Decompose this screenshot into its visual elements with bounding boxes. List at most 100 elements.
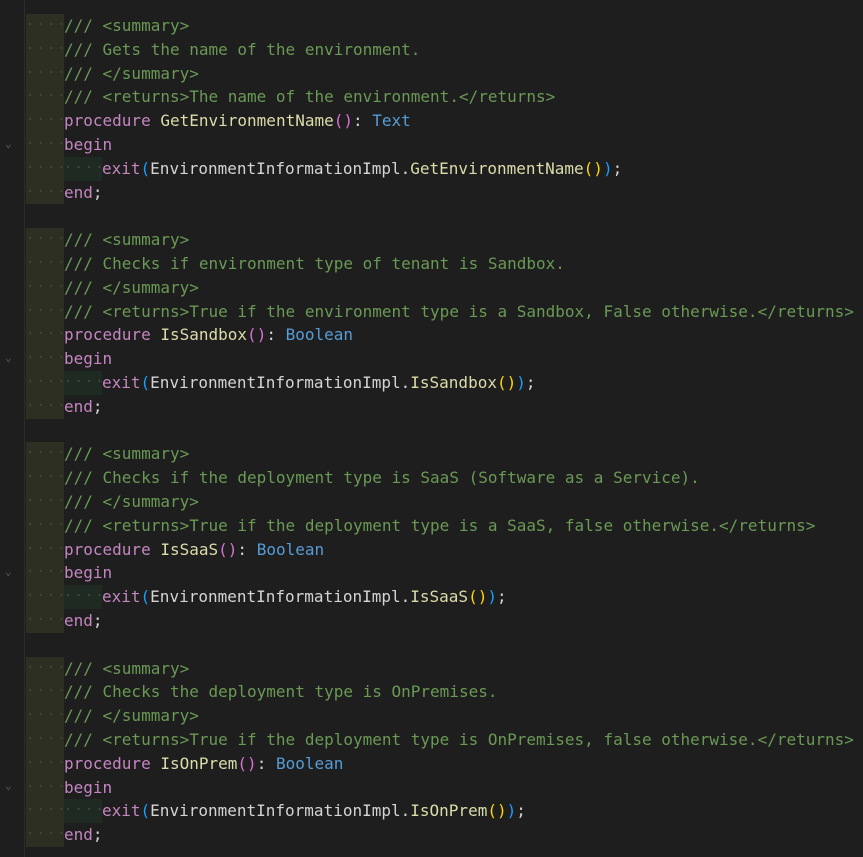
paren-close: ) bbox=[602, 158, 613, 178]
call-object: EnvironmentInformationImpl. bbox=[150, 158, 411, 178]
paren-close: ) bbox=[516, 372, 526, 392]
call-method[interactable]: IsSaaS bbox=[410, 587, 468, 606]
doc-comment: /// <summary> bbox=[64, 444, 190, 464]
indent-guide: ···· bbox=[26, 513, 64, 538]
procedure-name[interactable]: IsOnPrem bbox=[160, 754, 237, 773]
whitespace-marks: ···· bbox=[26, 445, 64, 462]
whitespace-marks: ···· bbox=[26, 802, 64, 819]
doc-comment: /// </summary> bbox=[64, 63, 199, 83]
semicolon: ; bbox=[92, 825, 103, 845]
indent-whitespace: ···· bbox=[26, 656, 64, 681]
whitespace-marks: ···· bbox=[26, 373, 64, 390]
indent-guide: ···· ···· bbox=[26, 799, 102, 824]
procedure-name[interactable]: IsSandbox bbox=[160, 325, 247, 344]
paren-open: ( bbox=[140, 801, 151, 821]
indent-guide: ···· bbox=[26, 561, 64, 586]
chevron-down-icon[interactable]: ⌄ bbox=[5, 138, 17, 150]
keyword-begin: begin bbox=[64, 134, 113, 154]
whitespace-marks: ···· bbox=[26, 707, 64, 724]
indent-whitespace: ···· bbox=[26, 680, 64, 705]
doc-comment: /// <summary> bbox=[64, 16, 190, 35]
paren-open: ( bbox=[496, 372, 507, 392]
whitespace-marks: ···· bbox=[26, 159, 64, 176]
indent-guide: ···· bbox=[26, 228, 64, 252]
indent-guide: ···· bbox=[26, 37, 64, 62]
doc-comment: /// <summary> bbox=[64, 230, 190, 250]
whitespace-marks: ···· bbox=[64, 159, 102, 176]
whitespace-marks: ···· bbox=[26, 659, 64, 676]
semicolon: ; bbox=[92, 396, 103, 416]
chevron-down-icon[interactable]: ⌄ bbox=[5, 780, 17, 792]
doc-comment-line: ····/// <summary> bbox=[26, 442, 863, 467]
call-object: EnvironmentInformationImpl. bbox=[150, 372, 411, 392]
whitespace-marks: ···· bbox=[26, 611, 64, 628]
indent-guide: ···· bbox=[26, 489, 64, 514]
code-editor[interactable]: ⌄ ⌄ ⌄ ⌄ ····/// <summary> ····/// Gets th… bbox=[0, 0, 863, 857]
whitespace-marks: ···· bbox=[26, 112, 64, 129]
indent-whitespace: ···· bbox=[26, 489, 64, 514]
chevron-down-icon[interactable]: ⌄ bbox=[5, 352, 17, 364]
paren-open: ( bbox=[487, 801, 497, 821]
doc-comment: /// Checks if environment type of tenant… bbox=[64, 253, 565, 273]
paren-open: ( bbox=[237, 753, 248, 773]
indent-whitespace: ···· bbox=[26, 442, 64, 467]
procedure-declaration: ···· procedure GetEnvironmentName(): Text bbox=[26, 109, 863, 133]
call-method[interactable]: IsSandbox bbox=[410, 373, 497, 392]
indent-whitespace: ···· bbox=[26, 704, 64, 728]
indent-guide: ···· bbox=[26, 704, 64, 728]
indent-guide: ···· bbox=[26, 14, 64, 38]
keyword-procedure: procedure bbox=[64, 111, 151, 131]
procedure-name[interactable]: GetEnvironmentName bbox=[160, 111, 333, 130]
indent-whitespace: ···· bbox=[26, 132, 64, 157]
doc-comment-line: ····/// <returns>True if the deployment … bbox=[26, 513, 863, 538]
indent-guide: ···· bbox=[26, 608, 64, 633]
keyword-end: end bbox=[64, 825, 93, 845]
indent-guide: ···· bbox=[26, 85, 64, 110]
indent-guide: ···· bbox=[26, 680, 64, 705]
paren-open: ( bbox=[218, 539, 228, 559]
indent-guide: ···· bbox=[26, 656, 64, 681]
whitespace-marks: ···· bbox=[26, 135, 64, 152]
exit-statement: ···· ···· exit(EnvironmentInformationImpl.… bbox=[26, 156, 863, 181]
paren-open: ( bbox=[333, 111, 344, 131]
procedure-declaration: ···· procedure IsSaaS(): Boolean bbox=[26, 537, 863, 562]
paren-close: ) bbox=[506, 801, 517, 821]
semicolon: ; bbox=[525, 372, 536, 392]
indent-guide: ···· bbox=[26, 442, 64, 467]
procedure-name[interactable]: IsSaaS bbox=[160, 540, 218, 559]
whitespace-marks: ···· bbox=[26, 64, 64, 81]
indent-whitespace: ···· bbox=[26, 228, 64, 252]
paren-open: ( bbox=[583, 158, 594, 178]
indent-guide: ···· bbox=[26, 823, 64, 847]
indent-whitespace: ···· bbox=[26, 251, 64, 276]
whitespace-marks: ···· bbox=[26, 231, 64, 248]
call-method[interactable]: IsOnPrem bbox=[410, 801, 487, 820]
paren-close: ) bbox=[477, 587, 488, 607]
end-line: ···· end; bbox=[26, 608, 863, 633]
keyword-exit: exit bbox=[102, 372, 141, 392]
return-type: Boolean bbox=[275, 753, 344, 773]
call-method[interactable]: GetEnvironmentName bbox=[410, 159, 583, 178]
whitespace-marks: ···· bbox=[26, 778, 64, 795]
indent-whitespace: ···· bbox=[26, 799, 64, 824]
indent-guide: ···· bbox=[26, 537, 64, 562]
begin-line: ···· begin bbox=[26, 347, 863, 371]
indent-guide: ···· bbox=[26, 299, 64, 324]
doc-comment-line: ····/// <summary> bbox=[26, 656, 863, 681]
call-object: EnvironmentInformationImpl. bbox=[150, 801, 411, 821]
chevron-down-icon[interactable]: ⌄ bbox=[5, 566, 17, 578]
paren-close: ) bbox=[247, 753, 257, 773]
whitespace-marks: ···· bbox=[26, 17, 64, 33]
keyword-begin: begin bbox=[64, 563, 113, 583]
whitespace-marks: ···· bbox=[26, 254, 64, 271]
return-type: Text bbox=[372, 111, 411, 131]
whitespace-marks: ···· bbox=[26, 826, 64, 843]
whitespace-marks: ···· bbox=[26, 492, 64, 509]
doc-comment: /// </summary> bbox=[64, 491, 199, 511]
colon: : bbox=[353, 111, 373, 131]
indent-whitespace: ···· bbox=[26, 513, 64, 538]
return-type: Boolean bbox=[285, 325, 354, 345]
